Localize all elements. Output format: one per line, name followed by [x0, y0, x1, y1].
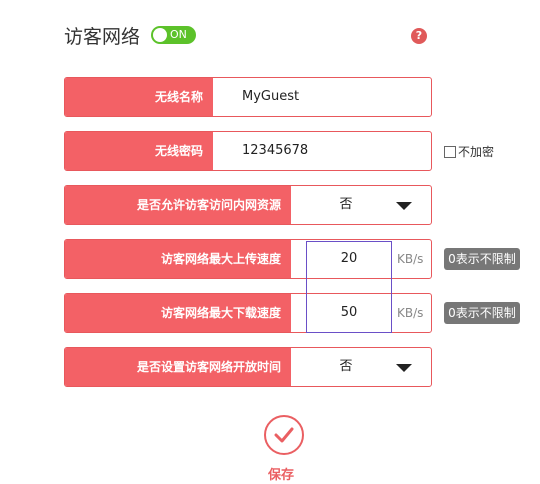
guest-network-toggle[interactable]: ON: [151, 26, 196, 44]
allow-intranet-select[interactable]: 否: [291, 186, 401, 224]
ssid-input[interactable]: MyGuest: [242, 78, 299, 116]
download-unit: KB/s: [397, 306, 424, 320]
schedule-select[interactable]: 否: [291, 348, 401, 386]
upload-nolimit-badge: 0表示不限制: [444, 248, 520, 270]
help-icon[interactable]: ?: [411, 28, 427, 44]
no-encrypt-option[interactable]: 不加密: [444, 145, 494, 159]
toggle-state-label: ON: [170, 28, 187, 41]
upload-speed-label: 访客网络最大上传速度: [65, 240, 291, 278]
schedule-label: 是否设置访客网络开放时间: [65, 348, 291, 386]
dropdown-arrow-icon[interactable]: [396, 364, 412, 372]
toggle-knob: [153, 28, 167, 42]
ssid-label: 无线名称: [65, 78, 213, 116]
page-title: 访客网络: [64, 26, 141, 48]
ssid-row: 无线名称 MyGuest: [64, 77, 432, 117]
allow-intranet-label: 是否允许访客访问内网资源: [65, 186, 291, 224]
no-encrypt-checkbox[interactable]: [444, 146, 456, 158]
password-row: 无线密码 12345678: [64, 131, 432, 171]
upload-unit: KB/s: [397, 252, 424, 266]
speed-input-focus-frame: [306, 241, 392, 333]
download-speed-label: 访客网络最大下载速度: [65, 294, 291, 332]
password-label: 无线密码: [65, 132, 213, 170]
save-label[interactable]: 保存: [268, 464, 294, 483]
allow-intranet-row: 是否允许访客访问内网资源 否: [64, 185, 432, 225]
no-encrypt-label: 不加密: [458, 145, 495, 159]
schedule-row: 是否设置访客网络开放时间 否: [64, 347, 432, 387]
password-input[interactable]: 12345678: [242, 132, 308, 170]
download-nolimit-badge: 0表示不限制: [444, 302, 520, 324]
dropdown-arrow-icon[interactable]: [396, 202, 412, 210]
checkmark-icon: [274, 427, 294, 443]
save-button[interactable]: [264, 415, 304, 455]
